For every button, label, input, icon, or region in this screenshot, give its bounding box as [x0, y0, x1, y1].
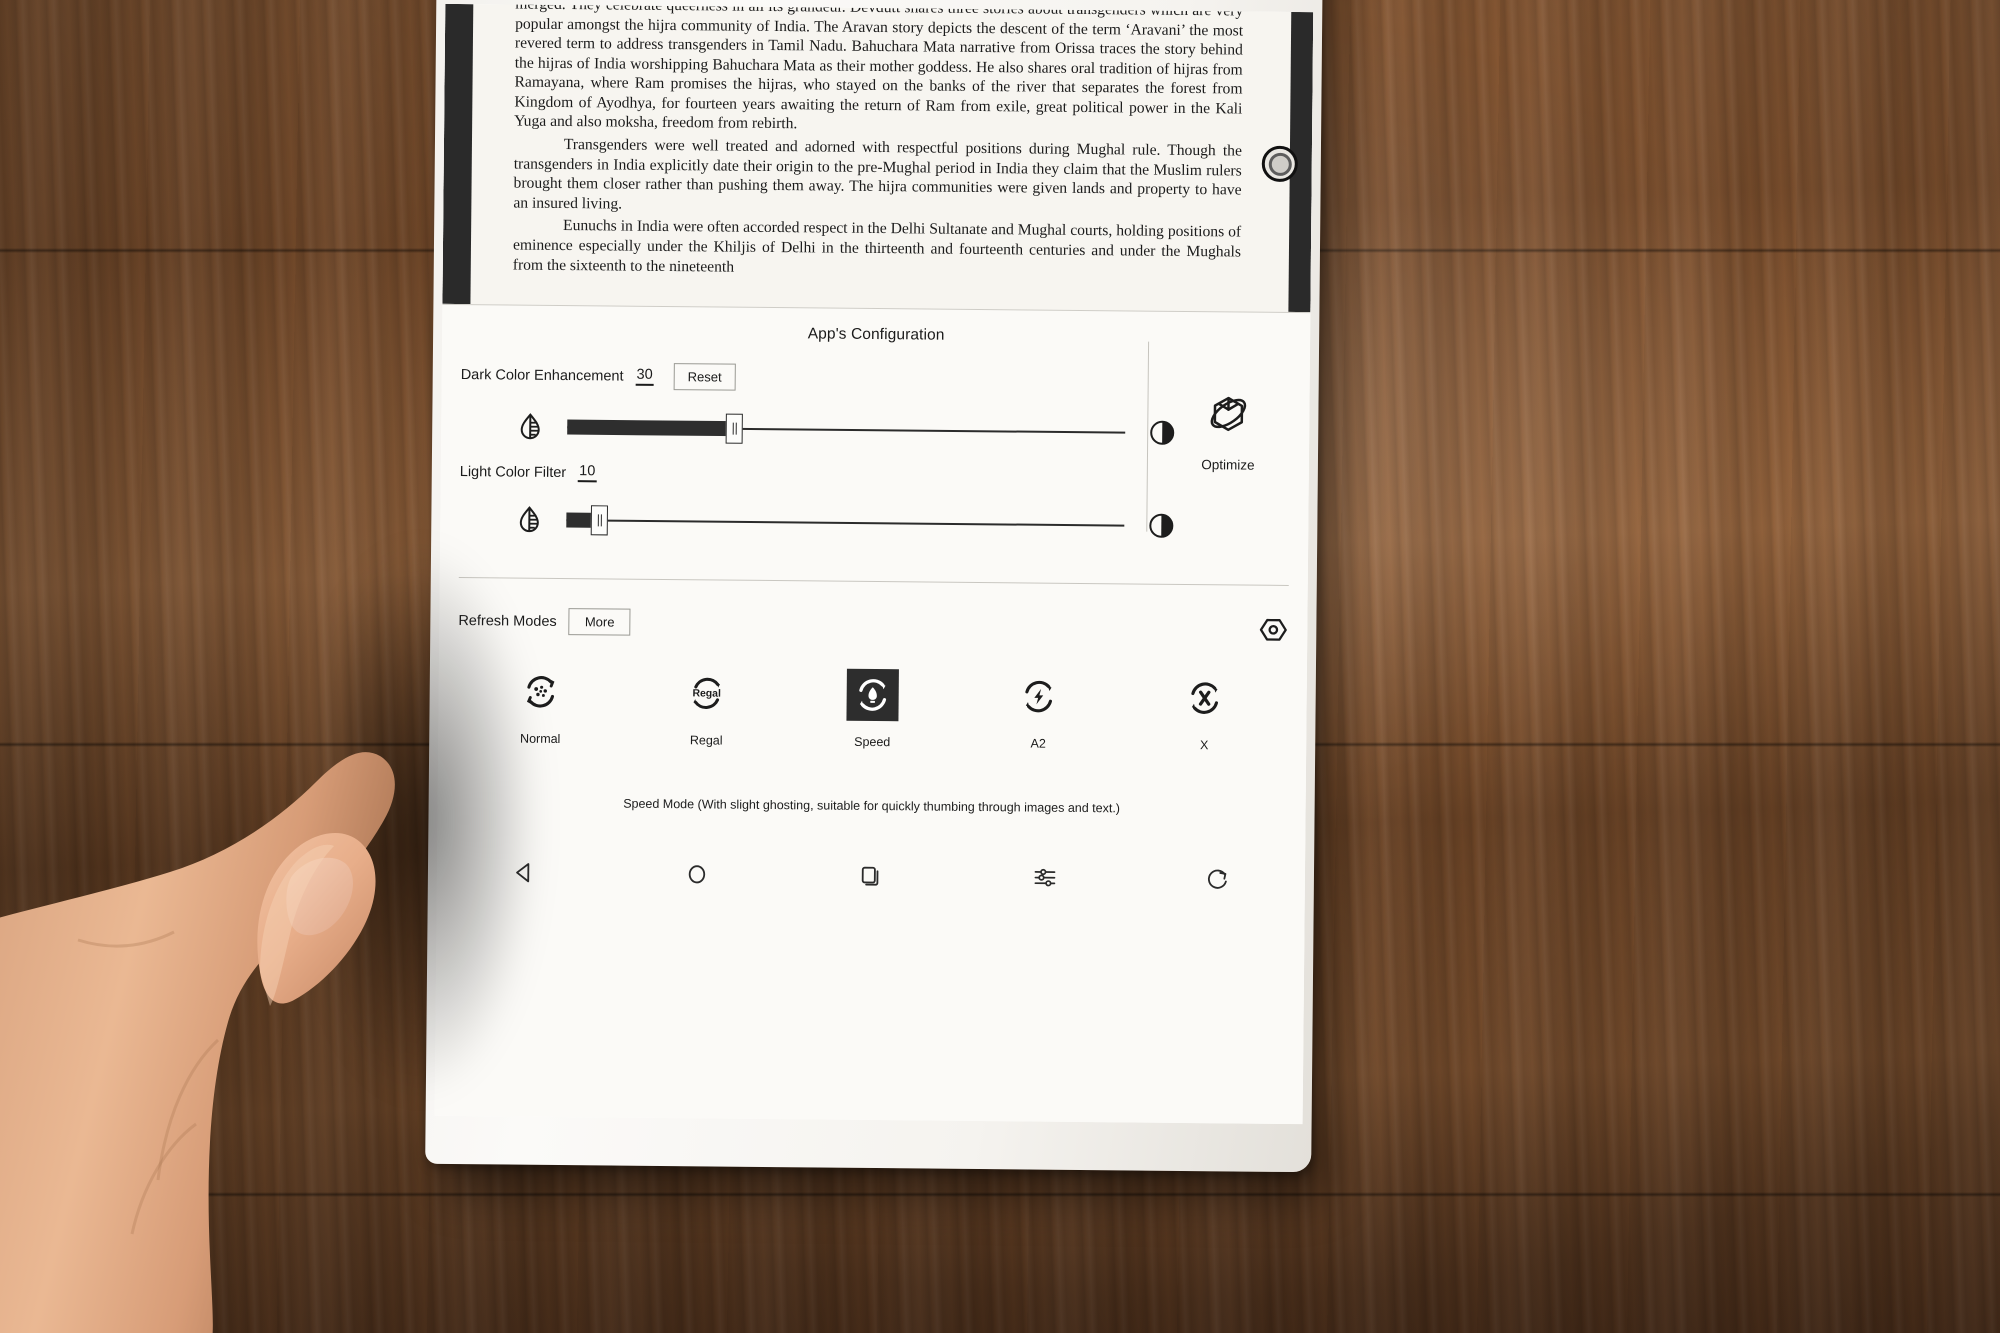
refresh-bolt-icon	[1012, 670, 1064, 722]
floating-ball-button[interactable]	[1261, 145, 1298, 183]
refresh-mode-regal[interactable]: Regal Regal	[646, 667, 767, 748]
light-color-filter-label: Light Color Filter	[459, 463, 567, 481]
nav-refresh-button[interactable]	[1190, 858, 1246, 905]
slider-filled-track	[567, 419, 735, 437]
half-fill-droplet-icon	[515, 412, 545, 442]
sliders-icon	[1031, 864, 1057, 895]
dark-color-enhancement-value: 30	[635, 366, 654, 386]
circle-home-icon	[684, 861, 710, 892]
half-circle-contrast-icon	[1146, 511, 1176, 541]
document-page[interactable]: merged. They celebrate queerness in all …	[442, 3, 1314, 313]
optimize-label: Optimize	[1201, 457, 1255, 473]
slider-thumb[interactable]	[725, 413, 744, 444]
nav-home-button[interactable]	[669, 853, 725, 900]
refresh-mode-x[interactable]: X	[1144, 672, 1265, 753]
slider-track	[566, 519, 1125, 527]
refresh-mode-label: Regal	[689, 733, 723, 748]
scene: merged. They celebrate queerness in all …	[0, 0, 2000, 1333]
refresh-regal-icon: Regal	[680, 667, 732, 719]
panel-title: App's Configuration	[807, 325, 945, 344]
refresh-mode-label: X	[1199, 738, 1209, 753]
refresh-mode-speed[interactable]: Speed	[812, 668, 933, 749]
refresh-x-icon	[1178, 672, 1230, 724]
dark-color-enhancement-slider-row	[515, 412, 1177, 448]
nav-settings-button[interactable]	[1016, 856, 1072, 903]
light-color-filter-slider[interactable]	[566, 505, 1125, 537]
document-paragraph: Eunuchs in India were often accorded res…	[512, 217, 1242, 276]
hex-nut-icon[interactable]	[1258, 615, 1288, 650]
document-text: merged. They celebrate queerness in all …	[513, 4, 1244, 285]
dark-color-enhancement-label: Dark Color Enhancement	[460, 366, 624, 385]
refresh-mode-label: A2	[1030, 736, 1046, 751]
document-paragraph: merged. They celebrate queerness in all …	[514, 3, 1244, 133]
page-left-edge	[442, 3, 474, 305]
light-color-filter-value: 10	[578, 463, 597, 483]
refresh-mode-a2[interactable]: A2	[978, 670, 1099, 751]
hand-holding-tablet	[0, 752, 395, 1333]
optimize-button[interactable]: Optimize	[1165, 390, 1292, 473]
refresh-mode-label: Speed	[854, 734, 891, 750]
circular-arrow-icon	[1205, 866, 1231, 897]
dark-color-enhancement-slider[interactable]	[567, 413, 1126, 444]
svg-text:Regal: Regal	[692, 688, 721, 699]
stacked-pages-icon	[858, 862, 884, 893]
reset-button[interactable]: Reset	[673, 363, 736, 391]
cube-orbit-icon	[1203, 396, 1253, 444]
refresh-rocket-icon	[846, 668, 899, 722]
document-paragraph: Transgenders were well treated and adorn…	[513, 136, 1243, 213]
nav-recents-button[interactable]	[843, 855, 899, 902]
